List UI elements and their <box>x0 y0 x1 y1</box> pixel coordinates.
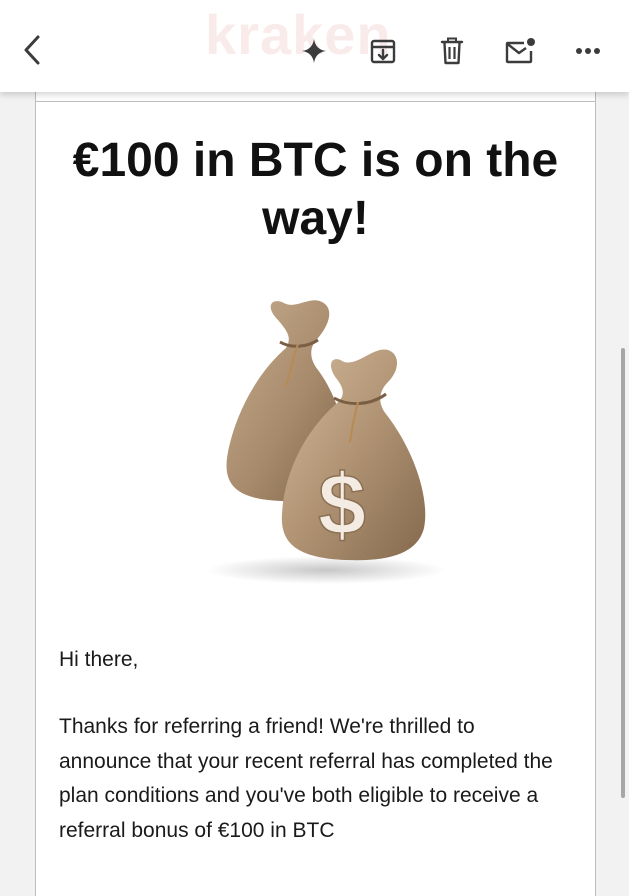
back-button[interactable] <box>12 30 52 70</box>
delete-button[interactable] <box>432 31 472 71</box>
email-headline: €100 in BTC is on the way! <box>72 134 559 245</box>
divider <box>36 101 595 102</box>
scrollbar[interactable] <box>621 348 625 798</box>
email-toolbar: kraken <box>0 0 629 92</box>
email-body: €100 in BTC is on the way! $ Hi there, T… <box>35 84 596 896</box>
svg-text:$: $ <box>318 457 366 553</box>
sparkle-button[interactable] <box>294 31 334 71</box>
archive-button[interactable] <box>363 31 403 71</box>
mark-unread-icon <box>504 37 536 65</box>
sparkle-icon <box>301 38 327 64</box>
email-body-text: Thanks for referring a friend! We're thr… <box>59 715 553 842</box>
more-options-button[interactable] <box>568 31 608 71</box>
more-horizontal-icon <box>575 47 601 55</box>
archive-icon <box>369 37 397 65</box>
mark-unread-button[interactable] <box>500 31 540 71</box>
back-chevron-icon <box>20 34 44 66</box>
trash-icon <box>439 37 465 65</box>
email-greeting: Hi there, <box>59 648 139 671</box>
email-view: kraken €100 in BTC is on the way! $ Hi t… <box>0 0 629 896</box>
money-bags-illustration: $ <box>186 282 446 587</box>
